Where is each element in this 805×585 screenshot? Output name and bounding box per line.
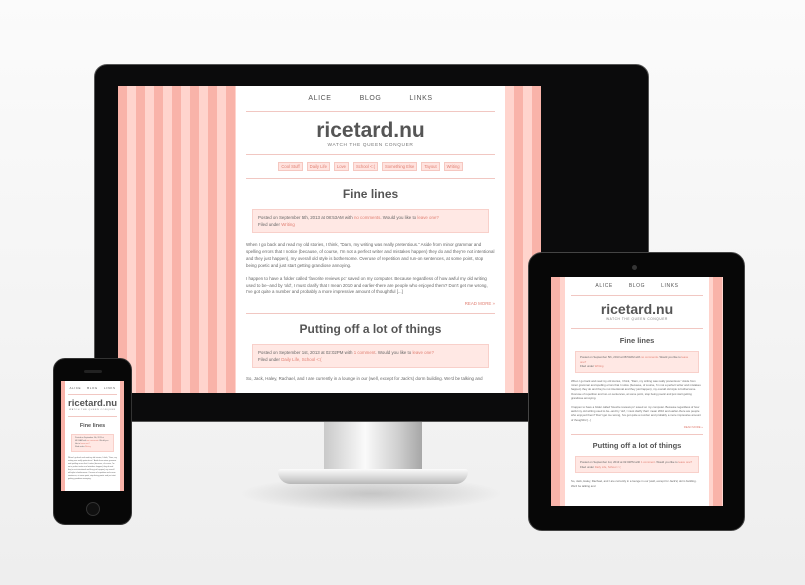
- site-title[interactable]: ricetard.nu: [246, 119, 495, 143]
- post-title[interactable]: Putting off a lot of things: [246, 322, 495, 336]
- category-school[interactable]: School <:(: [353, 162, 378, 171]
- category-love[interactable]: Love: [333, 162, 349, 171]
- site-tagline: WATCH THE QUEEN CONQUER: [571, 317, 703, 329]
- category-writing[interactable]: Writing: [443, 162, 463, 171]
- nav-alice[interactable]: ALICE: [69, 386, 81, 390]
- nav-links[interactable]: LINKS: [409, 95, 432, 102]
- post-meta-date: Posted on September 5th, 2013 at 08:53AM…: [258, 215, 353, 220]
- speaker-icon: [84, 370, 102, 373]
- post-paragraph: When I go back and read my old stories, …: [68, 457, 117, 480]
- post-title[interactable]: Fine lines: [246, 187, 495, 201]
- filed-under-label: Filed under: [580, 464, 594, 469]
- site-tagline: WATCH THE QUEEN CONQUER: [68, 409, 117, 417]
- nav-alice[interactable]: ALICE: [308, 95, 331, 102]
- monitor-stand-base: [278, 469, 468, 484]
- post-meta-date: Posted on September 1st, 2013 at 02:02PM…: [580, 460, 641, 465]
- post-meta: Posted on September 5th, 2013 at 08:53AM…: [71, 434, 114, 452]
- nav-links[interactable]: LINKS: [661, 283, 678, 289]
- filed-under-link[interactable]: Daily Life, School <:(: [595, 465, 621, 469]
- filed-under-link[interactable]: Writing: [595, 364, 604, 368]
- filed-under-label: Filed under: [258, 357, 280, 363]
- post-title[interactable]: Fine lines: [68, 423, 117, 429]
- post-title[interactable]: Fine lines: [571, 336, 703, 345]
- nav-blog[interactable]: BLOG: [87, 386, 98, 390]
- main-nav: ALICE BLOG LINKS: [68, 381, 117, 395]
- leave-comment-link[interactable]: leave one?: [678, 460, 692, 464]
- post-paragraph: When I go back and read my old stories, …: [246, 242, 495, 268]
- leave-comment-link[interactable]: leave one?: [80, 443, 89, 445]
- phone-screen: ALICE BLOG LINKS ricetard.nu WATCH THE Q…: [61, 381, 124, 491]
- read-more-link[interactable]: READ MORE »: [571, 422, 703, 436]
- phone-page: ALICE BLOG LINKS ricetard.nu WATCH THE Q…: [65, 381, 120, 491]
- read-more-link[interactable]: READ MORE »: [246, 296, 495, 315]
- post-meta-text: . Would you like to: [654, 460, 678, 465]
- filed-under-link[interactable]: Writing: [85, 446, 91, 448]
- tablet-page: ALICE BLOG LINKS ricetard.nu WATCH THE Q…: [565, 277, 709, 506]
- post-paragraph: So, Jack, Haley, Rachael, and I are curr…: [571, 479, 697, 488]
- home-button-icon[interactable]: [86, 502, 100, 516]
- filed-under-label: Filed under: [258, 222, 280, 227]
- main-nav: ALICE BLOG LINKS: [571, 277, 703, 296]
- post-meta: Posted on September 1st, 2013 at 02:02PM…: [252, 344, 489, 369]
- nav-blog[interactable]: BLOG: [360, 95, 382, 102]
- tablet-screen: ALICE BLOG LINKS ricetard.nu WATCH THE Q…: [551, 277, 723, 506]
- responsive-mockup: ALICE BLOG LINKS ricetard.nu WATCH THE Q…: [0, 0, 805, 585]
- filed-under-link[interactable]: Writing: [281, 222, 295, 227]
- post-meta-date: Posted on September 5th, 2013 at 08:53AM…: [580, 355, 641, 359]
- filed-under-link[interactable]: Daily Life, School <:(: [281, 357, 321, 362]
- nav-blog[interactable]: BLOG: [629, 283, 645, 289]
- leave-comment-link[interactable]: leave one?: [417, 215, 438, 220]
- comments-link[interactable]: 1 comment: [641, 460, 655, 464]
- post-meta-text: . Would you like to: [375, 350, 412, 356]
- site-title[interactable]: ricetard.nu: [571, 301, 703, 317]
- comments-link[interactable]: no comments: [87, 440, 98, 442]
- comments-link[interactable]: no comments: [354, 215, 380, 220]
- post-meta-text: . Would you like to: [657, 355, 681, 359]
- post-meta-text: . Would you like to: [380, 215, 417, 220]
- post-meta: Posted on September 1st, 2013 at 02:02PM…: [575, 456, 699, 474]
- post-meta: Posted on September 5th, 2013 at 08:53AM…: [575, 351, 699, 373]
- filed-under-label: Filed under: [75, 446, 85, 448]
- monitor-page: ALICE BLOG LINKS ricetard.nu WATCH THE Q…: [236, 86, 505, 393]
- post-title[interactable]: Putting off a lot of things: [571, 441, 703, 450]
- category-tayout[interactable]: Tayout: [421, 162, 440, 171]
- category-cool-stuff[interactable]: Cool Stuff: [278, 162, 303, 171]
- post-paragraph: So, Jack, Haley, Rachael, and I are curr…: [246, 376, 483, 382]
- nav-links[interactable]: LINKS: [104, 386, 116, 390]
- post-meta: Posted on September 5th, 2013 at 08:53AM…: [252, 209, 489, 233]
- nav-alice[interactable]: ALICE: [595, 283, 612, 289]
- post-paragraph: I happen to have a folder called 'favori…: [571, 404, 701, 422]
- camera-icon: [632, 265, 637, 270]
- category-daily-life[interactable]: Daily Life: [306, 162, 330, 171]
- category-something-else[interactable]: Something Else: [381, 162, 418, 171]
- site-title[interactable]: ricetard.nu: [68, 398, 117, 409]
- post-paragraph: When I go back and read my old stories, …: [571, 378, 701, 401]
- post-paragraph: I happen to have a folder called 'favori…: [246, 275, 488, 295]
- comments-link[interactable]: no comments: [641, 355, 658, 359]
- post-meta-date: Posted on September 1st, 2013 at 02:02PM…: [258, 350, 353, 356]
- monitor-screen: ALICE BLOG LINKS ricetard.nu WATCH THE Q…: [118, 86, 541, 393]
- category-bar: Cool Stuff Daily Life Love School <:( So…: [246, 155, 495, 179]
- leave-comment-link[interactable]: leave one?: [412, 350, 433, 355]
- comments-link[interactable]: 1 comment: [354, 350, 376, 355]
- site-tagline: WATCH THE QUEEN CONQUER: [246, 143, 495, 155]
- main-nav: ALICE BLOG LINKS: [246, 86, 495, 112]
- filed-under-label: Filed under: [580, 364, 594, 368]
